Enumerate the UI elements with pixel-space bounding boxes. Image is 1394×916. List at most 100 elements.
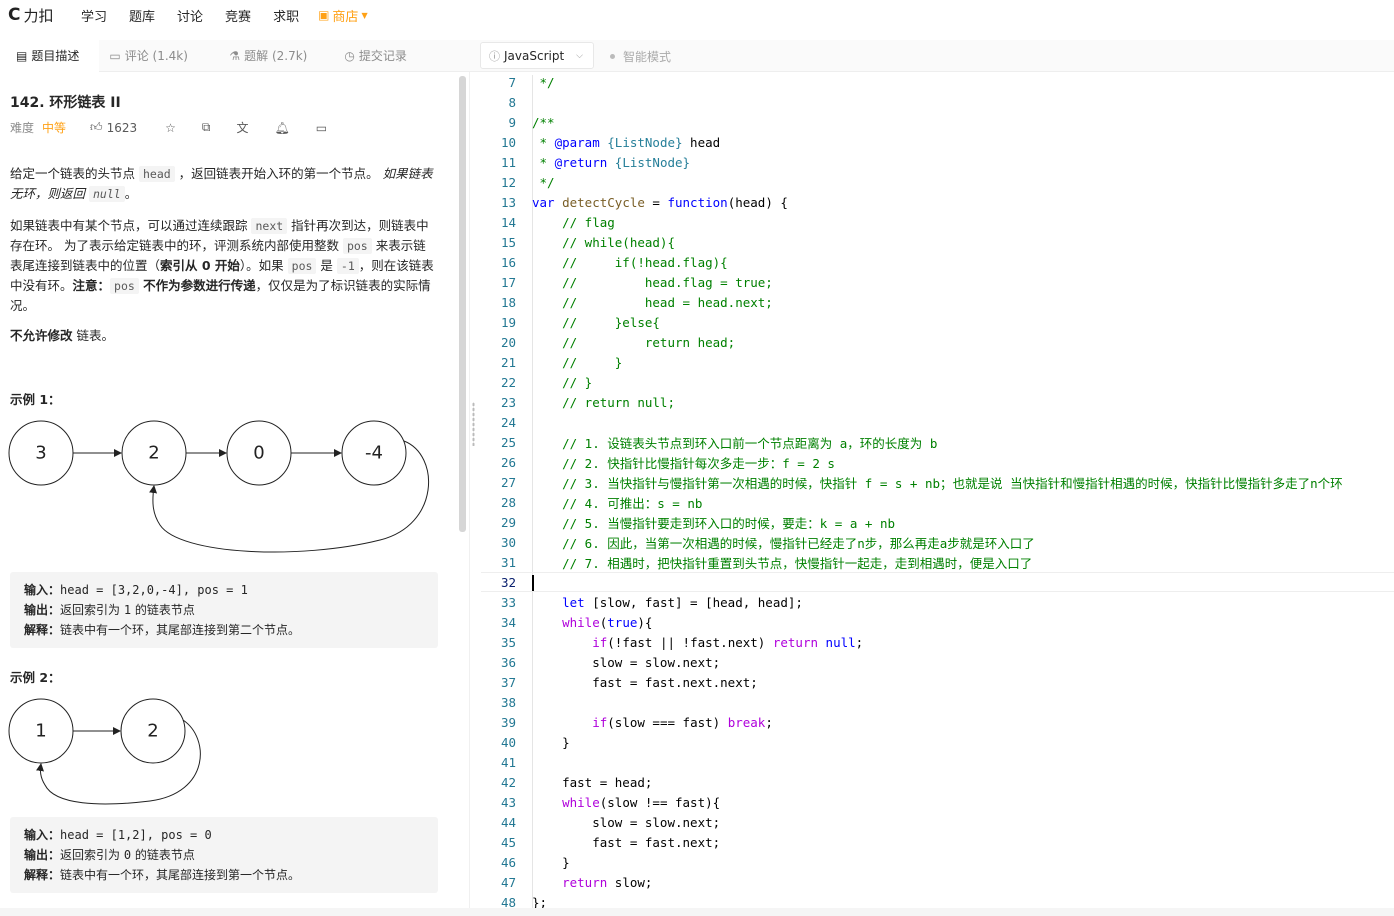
code-line[interactable]: 22 // } [481,372,1394,392]
code-line[interactable]: 33 let [slow, fast] = [head, head]; [481,592,1394,612]
nav-item-contest[interactable]: 竞赛 [214,6,262,25]
code-line[interactable]: 32 [481,572,1394,592]
bell-icon[interactable]: 🔔︎ [274,121,289,135]
code-line[interactable]: 26 // 2. 快指针比慢指针每次多走一步：f = 2 s [481,452,1394,472]
panel-splitter [469,72,470,916]
nav-item-store[interactable]: ▣ 商店 ▼ [310,6,368,25]
line-number: 25 [500,434,516,450]
code-line[interactable]: 28 // 4. 可推出：s = nb [481,492,1394,512]
code-token: fast = fast.next; [532,834,721,850]
svg-text:0: 0 [253,443,264,464]
code-line[interactable]: 31 // 7. 相遇时，把快指针重置到头节点，快慢指针一起走，走到相遇时，便是… [481,552,1394,572]
tab-comments[interactable]: ▭ 评论 (1.4k) [99,40,219,72]
code-line[interactable]: 17 // head.flag = true; [481,272,1394,292]
code-line[interactable]: 23 // return null; [481,392,1394,412]
code-line[interactable]: 44 slow = slow.next; [481,812,1394,832]
difficulty-label: 难度 [10,121,35,135]
language-select[interactable]: ⓘ JavaScript ⌵ [480,42,594,69]
code-line[interactable]: 10 * @param {ListNode} head [481,132,1394,152]
description-paragraph-1: 给定一个链表的头节点 head ，返回链表开始入环的第一个节点。 如果链表无环，… [10,166,433,202]
tab-comments-label: 评论 (1.4k) [124,49,188,63]
code-line[interactable]: 18 // head = head.next; [481,292,1394,312]
code-text: // 2. 快指针比慢指针每次多走一步：f = 2 s [532,453,835,472]
line-number: 28 [500,494,516,510]
code-line[interactable]: 46 } [481,852,1394,872]
code-token: // if(!head.flag){ [532,254,728,270]
clock-icon: ◷ [344,48,355,63]
flask-icon: ⚗ [229,48,241,63]
code-line[interactable]: 36 slow = slow.next; [481,652,1394,672]
example-1-io: 输入：head = [3,2,0,-4], pos = 1 输出：返回索引为 1… [10,572,438,648]
code-text: // } [532,355,622,370]
line-number: 19 [500,314,516,330]
code-line[interactable]: 37 fast = fast.next.next; [481,672,1394,692]
tab-description[interactable]: ▤ 题目描述 [0,39,100,72]
code-line[interactable]: 9 /** [481,112,1394,132]
code-text: // 4. 可推出：s = nb [532,493,702,512]
resize-handle[interactable] [472,402,475,446]
code-line[interactable]: 38 [481,692,1394,712]
tab-solutions-label: 题解 (2.7k) [244,49,308,63]
code-line[interactable]: 8 [481,92,1394,112]
code-line[interactable]: 7 */ [481,75,1394,92]
code-text: fast = head; [532,775,652,790]
code-line[interactable]: 47 return slow; [481,872,1394,892]
code-line[interactable]: 29 // 5. 当慢指针要走到环入口的时候，要走：k = a + nb [481,512,1394,532]
code-line[interactable]: 21 // } [481,352,1394,372]
code-line[interactable]: 35 if(!fast || !fast.next) return null; [481,632,1394,652]
line-number: 30 [500,534,516,550]
code-line[interactable]: 19 // }else{ [481,312,1394,332]
nav-item-discuss[interactable]: 讨论 [166,6,214,25]
code-line[interactable]: 27 // 3. 当快指针与慢指针第一次相遇的时候，快指针 f = s + nb… [481,472,1394,492]
code-token: (!fast || !fast.next) [607,634,773,650]
code-line[interactable]: 25 // 1. 设链表头节点到环入口前一个节点距离为 a，环的长度为 b [481,432,1394,452]
code-line[interactable]: 42 fast = head; [481,772,1394,792]
nav-item-learn[interactable]: 学习 [70,6,118,25]
line-number: 38 [500,694,516,710]
code-token: if [592,634,608,650]
code-token: while [562,794,600,810]
line-number: 26 [500,454,516,470]
line-number: 46 [500,854,516,870]
code-line[interactable]: 45 fast = fast.next; [481,832,1394,852]
code-line[interactable]: 34 while(true){ [481,612,1394,632]
like-button[interactable]: 👍︎ 1623 [90,120,137,135]
code-line[interactable]: 14 // flag [481,212,1394,232]
code-editor[interactable]: 7 */8 9/** 10 * @param {ListNode} head 11 *… [481,75,1394,916]
translate-icon[interactable]: 文 [236,119,248,136]
line-number: 40 [500,734,516,750]
example-2-diagram: 1 2 [8,698,201,805]
code-line[interactable]: 20 // return head; [481,332,1394,352]
code-token: ){ [637,614,653,630]
line-number: 21 [500,354,516,370]
code-line[interactable]: 30 // 6. 因此，当第一次相遇的时候，慢指针已经走了n步，那么再走a步就是… [481,532,1394,552]
nav-item-problems[interactable]: 题库 [118,6,166,25]
code-line[interactable]: 16 // if(!head.flag){ [481,252,1394,272]
logo[interactable]: C 力扣 [8,5,70,26]
code-line[interactable]: 43 while(slow !== fast){ [481,792,1394,812]
logo-icon: C [8,5,21,25]
code-line[interactable]: 41 [481,752,1394,772]
code-text: // head.flag = true; [532,275,773,290]
tab-submissions[interactable]: ◷ 提交记录 [344,40,444,72]
share-icon[interactable]: ⧉ [202,120,211,135]
nav-item-jobs[interactable]: 求职 [262,6,310,25]
line-number: 14 [500,214,516,230]
star-icon[interactable]: ☆ [165,121,176,135]
description-scrollbar[interactable] [459,76,466,532]
code-line[interactable]: 40 } [481,732,1394,752]
code-line[interactable]: 12 */ [481,172,1394,192]
code-text: if(!fast || !fast.next) return null; [532,635,863,650]
code-line[interactable]: 39 if(slow === fast) break; [481,712,1394,732]
code-line[interactable]: 24 [481,412,1394,432]
code-line[interactable]: 15 // while(head){ [481,232,1394,252]
code-token: } [532,854,570,870]
smart-mode-toggle[interactable]: 智能模式 [610,48,671,65]
tab-solutions[interactable]: ⚗ 题解 (2.7k) [219,40,344,72]
code-line[interactable]: 13 var detectCycle = function(head) { [481,192,1394,212]
code-line[interactable]: 11 * @return {ListNode} [481,152,1394,172]
feedback-icon[interactable]: ▭ [316,121,327,135]
line-number: 18 [500,294,516,310]
line-number: 33 [500,594,516,610]
